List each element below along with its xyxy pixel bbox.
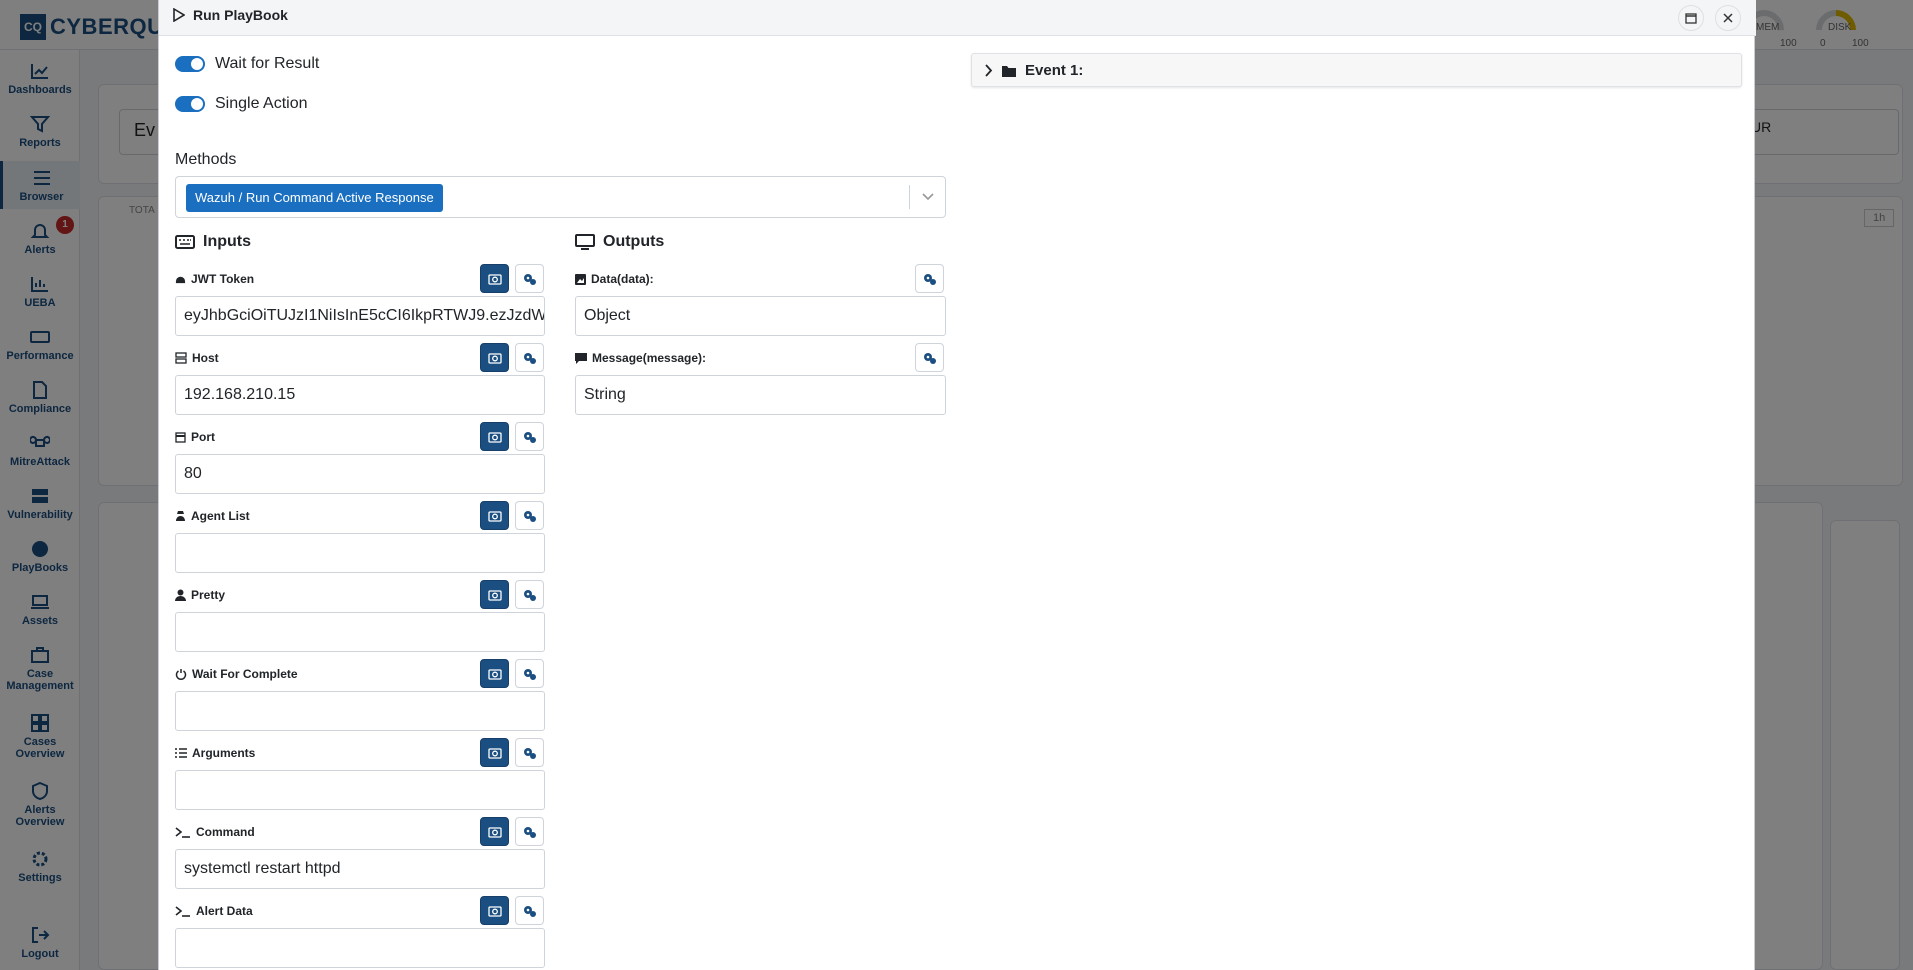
pretty-label: Pretty <box>175 588 225 602</box>
image-icon <box>575 273 586 285</box>
inputs-header: Inputs <box>175 233 251 251</box>
methods-select[interactable]: Wazuh / Run Command Active Response <box>175 176 946 218</box>
snapshot-button[interactable] <box>480 264 509 293</box>
camera-icon <box>487 352 502 364</box>
message-output-label: Message(message): <box>575 351 706 365</box>
cogs-icon <box>523 747 536 759</box>
cogs-icon <box>523 826 536 838</box>
host-input[interactable]: 192.168.210.15 <box>175 375 545 415</box>
variable-button[interactable] <box>515 817 544 846</box>
message-output-field[interactable]: String <box>575 375 946 415</box>
host-label: Host <box>175 351 219 365</box>
cogs-icon <box>523 668 536 680</box>
camera-icon <box>487 747 502 759</box>
wait-for-complete-label: Wait For Complete <box>175 667 298 681</box>
snapshot-button[interactable] <box>480 738 509 767</box>
outputs-header: Outputs <box>575 233 664 251</box>
data-output-label: Data(data): <box>575 272 654 286</box>
wait-for-complete-input[interactable] <box>175 691 545 731</box>
folder-icon <box>1002 65 1016 77</box>
arguments-input[interactable] <box>175 770 545 810</box>
cogs-icon <box>523 589 536 601</box>
user-secret-icon <box>176 511 185 521</box>
helmet-icon <box>175 276 186 283</box>
chevron-down-icon[interactable] <box>921 189 935 203</box>
cogs-icon <box>923 352 936 364</box>
command-input[interactable]: systemctl restart httpd <box>175 849 545 889</box>
port-input[interactable]: 80 <box>175 454 545 494</box>
pretty-input[interactable] <box>175 612 545 652</box>
calendar-icon <box>175 432 186 443</box>
cogs-icon <box>523 431 536 443</box>
variable-button[interactable] <box>915 264 944 293</box>
command-label: Command <box>175 825 255 839</box>
snapshot-button[interactable] <box>480 659 509 688</box>
snapshot-button[interactable] <box>480 343 509 372</box>
camera-icon <box>487 668 502 680</box>
camera-icon <box>487 431 502 443</box>
cogs-icon <box>523 905 536 917</box>
method-chip[interactable]: Wazuh / Run Command Active Response <box>186 184 443 212</box>
modal-header: Run PlayBook <box>159 0 1756 36</box>
port-label: Port <box>175 430 215 444</box>
cogs-icon <box>523 352 536 364</box>
toggle-switch[interactable] <box>175 56 205 72</box>
close-button[interactable] <box>1715 5 1741 31</box>
camera-icon <box>487 510 502 522</box>
maximize-icon <box>1685 12 1697 24</box>
alert-data-label: Alert Data <box>175 904 253 918</box>
power-icon <box>175 669 187 680</box>
camera-icon <box>487 826 502 838</box>
wait-for-result-toggle[interactable]: Wait for Result <box>175 55 319 73</box>
variable-button[interactable] <box>515 343 544 372</box>
desktop-icon <box>575 234 595 250</box>
snapshot-button[interactable] <box>480 817 509 846</box>
modal-title: Run PlayBook <box>173 7 288 23</box>
snapshot-button[interactable] <box>480 896 509 925</box>
cogs-icon <box>523 273 536 285</box>
methods-label: Methods <box>175 151 237 168</box>
run-playbook-modal: Run PlayBook Wait for Result Single Acti… <box>158 0 1756 970</box>
snapshot-button[interactable] <box>480 580 509 609</box>
event-panel[interactable]: Event 1: <box>971 53 1742 87</box>
variable-button[interactable] <box>515 659 544 688</box>
camera-icon <box>487 905 502 917</box>
terminal-icon <box>175 827 190 838</box>
alert-data-input[interactable] <box>175 928 545 968</box>
chevron-right-icon <box>985 64 993 77</box>
variable-button[interactable] <box>515 738 544 767</box>
terminal-icon <box>175 906 190 917</box>
user-icon <box>175 589 186 601</box>
toggle-switch[interactable] <box>175 96 205 112</box>
single-action-toggle[interactable]: Single Action <box>175 95 308 113</box>
list-icon <box>175 748 187 758</box>
snapshot-button[interactable] <box>480 422 509 451</box>
variable-button[interactable] <box>515 580 544 609</box>
comment-icon <box>575 352 587 364</box>
variable-button[interactable] <box>515 896 544 925</box>
agent-list-label: Agent List <box>175 509 250 523</box>
event-header[interactable]: Event 1: <box>984 62 1083 79</box>
cogs-icon <box>523 510 536 522</box>
agent-list-input[interactable] <box>175 533 545 573</box>
server-icon <box>175 352 187 364</box>
variable-button[interactable] <box>915 343 944 372</box>
snapshot-button[interactable] <box>480 501 509 530</box>
jwt-token-label: JWT Token <box>175 272 254 286</box>
arguments-label: Arguments <box>175 746 255 760</box>
data-output-field[interactable]: Object <box>575 296 946 336</box>
camera-icon <box>487 589 502 601</box>
camera-icon <box>487 273 502 285</box>
jwt-token-input[interactable]: eyJhbGciOiTUJzI1NiIsInE5cCI6IkpRTWJ9.ezJ… <box>175 296 545 336</box>
play-icon <box>173 8 185 22</box>
variable-button[interactable] <box>515 264 544 293</box>
variable-button[interactable] <box>515 422 544 451</box>
close-icon <box>1723 13 1733 23</box>
variable-button[interactable] <box>515 501 544 530</box>
cogs-icon <box>923 273 936 285</box>
maximize-button[interactable] <box>1678 5 1704 31</box>
keyboard-icon <box>175 235 195 249</box>
